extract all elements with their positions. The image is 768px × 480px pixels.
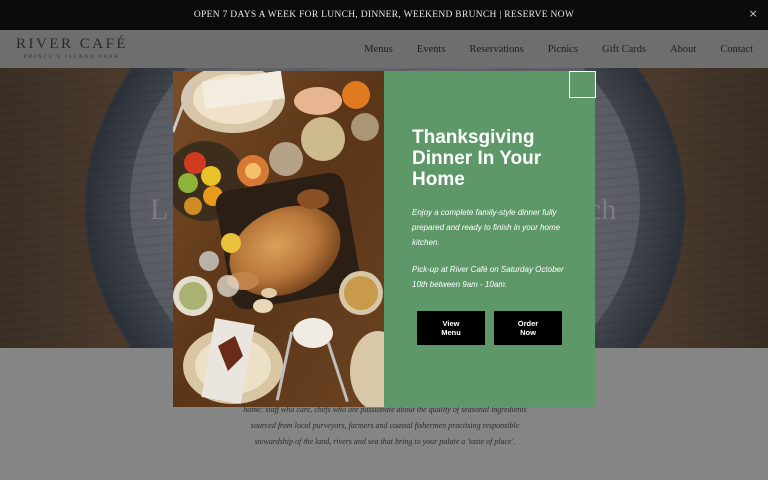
main-nav: RIVER CAFÉ PRINCE'S ISLAND PARK Menus Ev… bbox=[0, 30, 768, 68]
nav-item-reservations[interactable]: Reservations bbox=[469, 44, 523, 55]
nav-item-menus[interactable]: Menus bbox=[364, 44, 393, 55]
view-menu-button[interactable]: View Menu bbox=[417, 311, 485, 345]
thanksgiving-food-image bbox=[173, 71, 384, 407]
food-photo-illustration bbox=[173, 71, 384, 407]
modal-description: Enjoy a complete family-style dinner ful… bbox=[412, 208, 561, 247]
close-icon[interactable] bbox=[569, 71, 596, 98]
logo-tagline: PRINCE'S ISLAND PARK bbox=[23, 54, 121, 60]
announcement-text[interactable]: OPEN 7 DAYS A WEEK FOR LUNCH, DINNER, WE… bbox=[194, 10, 574, 20]
logo-name: RIVER CAFÉ bbox=[16, 36, 129, 52]
hero-heading-left: L bbox=[150, 193, 169, 226]
nav-item-events[interactable]: Events bbox=[417, 44, 446, 55]
intro-line: sourced from local purveyors, farmers an… bbox=[250, 421, 520, 430]
modal-content-panel: Thanksgiving Dinner In Your Home Enjoy a… bbox=[384, 71, 596, 407]
nav-menu: Menus Events Reservations Picnics Gift C… bbox=[340, 30, 753, 68]
river-cafe-logo[interactable]: RIVER CAFÉ PRINCE'S ISLAND PARK bbox=[16, 36, 129, 61]
announcement-bar: OPEN 7 DAYS A WEEK FOR LUNCH, DINNER, WE… bbox=[0, 0, 768, 30]
nav-item-contact[interactable]: Contact bbox=[720, 44, 753, 55]
intro-line: stewardship of the land, rivers and sea … bbox=[254, 437, 516, 446]
modal-pickup-info: Pick-up at River Café on Saturday Octobe… bbox=[412, 265, 564, 289]
thanksgiving-modal: Thanksgiving Dinner In Your Home Enjoy a… bbox=[173, 71, 596, 407]
nav-item-picnics[interactable]: Picnics bbox=[548, 44, 578, 55]
nav-item-about[interactable]: About bbox=[670, 44, 696, 55]
modal-title: Thanksgiving Dinner In Your Home bbox=[412, 127, 542, 190]
order-now-button[interactable]: Order Now bbox=[494, 311, 562, 345]
nav-item-gift-cards[interactable]: Gift Cards bbox=[602, 44, 646, 55]
announcement-close-icon[interactable]: × bbox=[748, 7, 758, 20]
